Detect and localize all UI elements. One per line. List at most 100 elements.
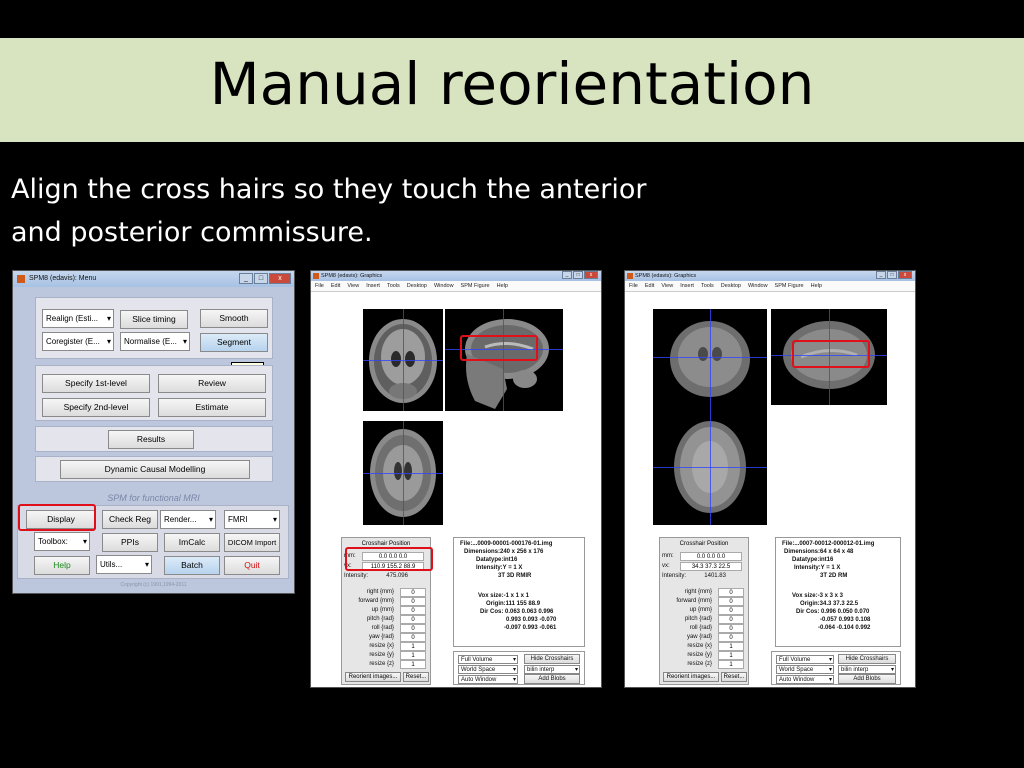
fmri-select[interactable]: FMRI: [224, 510, 280, 529]
param-resize-x-field[interactable]: 1: [400, 642, 426, 651]
axial-view[interactable]: [363, 421, 443, 525]
close-icon[interactable]: x: [269, 273, 291, 284]
window-controls: _ □ x: [876, 271, 912, 279]
coronal-view[interactable]: [653, 309, 767, 409]
gfx-left-title: SPM8 (edavis): Graphics: [321, 273, 383, 279]
mm-field[interactable]: 0.0 0.0 0.0: [680, 552, 742, 561]
menu-tools[interactable]: Tools: [701, 281, 714, 291]
world-space-select[interactable]: World Space: [776, 665, 834, 674]
minimize-icon[interactable]: _: [876, 271, 886, 279]
param-resize-y-field[interactable]: 1: [400, 651, 426, 660]
dcm-button[interactable]: Dynamic Causal Modelling: [60, 460, 250, 479]
hide-crosshairs-button[interactable]: Hide Crosshairs: [838, 654, 896, 664]
menu-spm-figure[interactable]: SPM Figure: [775, 281, 804, 291]
full-volume-select[interactable]: Full Volume: [458, 655, 518, 664]
imcalc-button[interactable]: ImCalc: [164, 533, 220, 552]
param-up-field[interactable]: 0: [718, 606, 744, 615]
maximize-icon[interactable]: □: [887, 271, 897, 279]
results-button[interactable]: Results: [108, 430, 194, 449]
add-blobs-button[interactable]: Add Blobs: [838, 674, 896, 684]
param-roll-field[interactable]: 0: [718, 624, 744, 633]
auto-window-select[interactable]: Auto Window: [776, 675, 834, 684]
maximize-icon[interactable]: □: [254, 273, 268, 284]
reorient-images-button[interactable]: Reorient images...: [663, 672, 719, 682]
utils-select[interactable]: Utils...: [96, 555, 152, 574]
full-volume-select[interactable]: Full Volume: [776, 655, 834, 664]
segment-button[interactable]: Segment: [200, 333, 268, 352]
world-space-select[interactable]: World Space: [458, 665, 518, 674]
review-button[interactable]: Review: [158, 374, 266, 393]
menu-help[interactable]: Help: [497, 281, 508, 291]
axial-view[interactable]: [653, 409, 767, 525]
quit-button[interactable]: Quit: [224, 556, 280, 575]
param-yaw-field[interactable]: 0: [400, 633, 426, 642]
param-forward-field[interactable]: 0: [718, 597, 744, 606]
menu-insert[interactable]: Insert: [366, 281, 380, 291]
param-resize-x-field[interactable]: 1: [718, 642, 744, 651]
menu-desktop[interactable]: Desktop: [721, 281, 741, 291]
matlab-icon: [313, 273, 319, 279]
param-roll-field[interactable]: 0: [400, 624, 426, 633]
param-forward-field[interactable]: 0: [400, 597, 426, 606]
interp-select[interactable]: bilin interp: [524, 665, 580, 674]
realign-select[interactable]: Realign (Esti...: [42, 309, 114, 328]
reset-button[interactable]: Reset...: [403, 672, 429, 682]
toolbox-select[interactable]: Toolbox:: [34, 532, 90, 551]
reset-button[interactable]: Reset...: [721, 672, 747, 682]
param-resize-z-field[interactable]: 1: [718, 660, 744, 669]
specify-2nd-level-button[interactable]: Specify 2nd-level: [42, 398, 150, 417]
coronal-view[interactable]: [363, 309, 443, 411]
param-pitch-field[interactable]: 0: [718, 615, 744, 624]
help-button[interactable]: Help: [34, 556, 90, 575]
param-pitch-field[interactable]: 0: [400, 615, 426, 624]
gfx-right-titlebar[interactable]: SPM8 (edavis): Graphics _ □ x: [625, 271, 915, 281]
param-resize-y-field[interactable]: 1: [718, 651, 744, 660]
batch-button[interactable]: Batch: [164, 556, 220, 575]
menu-window[interactable]: Window: [434, 281, 454, 291]
menu-file[interactable]: File: [629, 281, 638, 291]
minimize-icon[interactable]: _: [239, 273, 253, 284]
smooth-button[interactable]: Smooth: [200, 309, 268, 328]
menu-window[interactable]: Window: [748, 281, 768, 291]
check-reg-button[interactable]: Check Reg: [102, 510, 158, 529]
menu-edit[interactable]: Edit: [645, 281, 654, 291]
matlab-icon: [17, 275, 25, 283]
menu-view[interactable]: View: [347, 281, 359, 291]
specify-1st-level-button[interactable]: Specify 1st-level: [42, 374, 150, 393]
close-icon[interactable]: x: [898, 271, 912, 279]
param-right-field[interactable]: 0: [718, 588, 744, 597]
param-up-field[interactable]: 0: [400, 606, 426, 615]
dicom-import-button[interactable]: DICOM Import: [224, 533, 280, 552]
vx-field[interactable]: 34.3 37.3 22.5: [680, 562, 742, 571]
menu-tools[interactable]: Tools: [387, 281, 400, 291]
coregister-select[interactable]: Coregister (E...: [42, 332, 114, 351]
menu-spm-figure[interactable]: SPM Figure: [461, 281, 490, 291]
menu-file[interactable]: File: [315, 281, 324, 291]
info-voxsize: Vox size:-3 x 3 x 3: [792, 593, 843, 599]
menu-desktop[interactable]: Desktop: [407, 281, 427, 291]
hide-crosshairs-button[interactable]: Hide Crosshairs: [524, 654, 580, 664]
estimate-button[interactable]: Estimate: [158, 398, 266, 417]
param-label: roll {rad}: [689, 625, 712, 631]
interp-select[interactable]: bilin interp: [838, 665, 896, 674]
param-yaw-field[interactable]: 0: [718, 633, 744, 642]
close-icon[interactable]: x: [584, 271, 598, 279]
window-controls: _ □ x: [562, 271, 598, 279]
menu-help[interactable]: Help: [811, 281, 822, 291]
minimize-icon[interactable]: _: [562, 271, 572, 279]
auto-window-select[interactable]: Auto Window: [458, 675, 518, 684]
gfx-left-titlebar[interactable]: SPM8 (edavis): Graphics _ □ x: [311, 271, 601, 281]
menu-view[interactable]: View: [661, 281, 673, 291]
slice-timing-button[interactable]: Slice timing: [120, 310, 188, 329]
add-blobs-button[interactable]: Add Blobs: [524, 674, 580, 684]
menu-insert[interactable]: Insert: [680, 281, 694, 291]
render-select[interactable]: Render...: [160, 510, 216, 529]
maximize-icon[interactable]: □: [573, 271, 583, 279]
menu-edit[interactable]: Edit: [331, 281, 340, 291]
normalise-select[interactable]: Normalise (E...: [120, 332, 190, 351]
reorient-images-button[interactable]: Reorient images...: [345, 672, 401, 682]
param-resize-z-field[interactable]: 1: [400, 660, 426, 669]
ppis-button[interactable]: PPIs: [102, 533, 158, 552]
menu-window-titlebar[interactable]: SPM8 (edavis): Menu _ □ x: [13, 271, 294, 287]
param-right-field[interactable]: 0: [400, 588, 426, 597]
